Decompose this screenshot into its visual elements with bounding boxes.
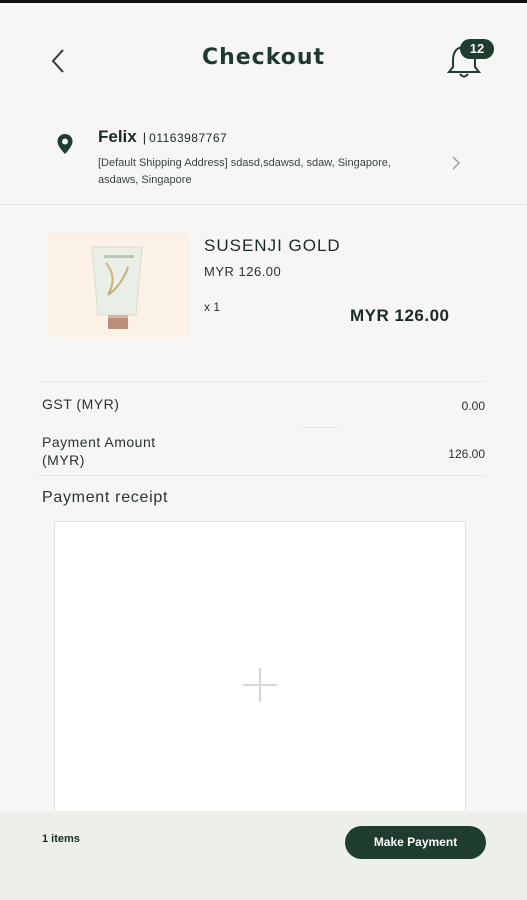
product-image bbox=[48, 233, 190, 337]
product-tube-illustration bbox=[48, 233, 190, 337]
shipping-address[interactable]: Felix | 01163987767 [Default Shipping Ad… bbox=[0, 113, 527, 205]
header: Checkout 12 bbox=[0, 3, 527, 113]
notification-button[interactable]: 12 bbox=[440, 39, 496, 83]
checkout-footer: 1 items Make Payment bbox=[0, 811, 527, 900]
product-item: SUSENJI GOLD MYR 126.00 x 1 MYR 126.00 bbox=[0, 208, 527, 368]
notification-badge: 12 bbox=[460, 39, 494, 59]
recipient-phone: 01163987767 bbox=[149, 131, 228, 145]
payment-receipt-title: Payment receipt bbox=[42, 489, 169, 506]
divider bbox=[38, 475, 486, 476]
location-pin-icon bbox=[57, 134, 73, 154]
product-name: SUSENJI GOLD bbox=[204, 236, 341, 255]
product-quantity: x 1 bbox=[204, 300, 221, 314]
product-unit-price: MYR 126.00 bbox=[204, 264, 282, 279]
payment-amount-label: Payment Amount (MYR) bbox=[42, 434, 156, 468]
product-total: MYR 126.00 bbox=[350, 306, 450, 325]
items-count: 1 items bbox=[42, 833, 80, 845]
checkout-screen: Checkout 12 Felix | 01163987767 [Default… bbox=[0, 0, 527, 900]
payment-amount-value: 126.00 bbox=[448, 447, 485, 461]
make-payment-button[interactable]: Make Payment bbox=[345, 826, 486, 859]
payment-receipt-upload[interactable] bbox=[54, 521, 466, 821]
name-phone-separator: | bbox=[142, 130, 147, 145]
divider bbox=[38, 381, 486, 382]
plus-icon bbox=[243, 668, 277, 702]
divider bbox=[300, 427, 340, 428]
gst-value: 0.00 bbox=[461, 399, 485, 413]
address-contact: Felix | 01163987767 bbox=[98, 127, 227, 147]
chevron-right-icon bbox=[452, 156, 461, 170]
gst-label: GST (MYR) bbox=[42, 396, 120, 412]
recipient-name: Felix bbox=[98, 127, 137, 146]
address-line: [Default Shipping Address] sdasd,sdawsd,… bbox=[98, 157, 391, 186]
